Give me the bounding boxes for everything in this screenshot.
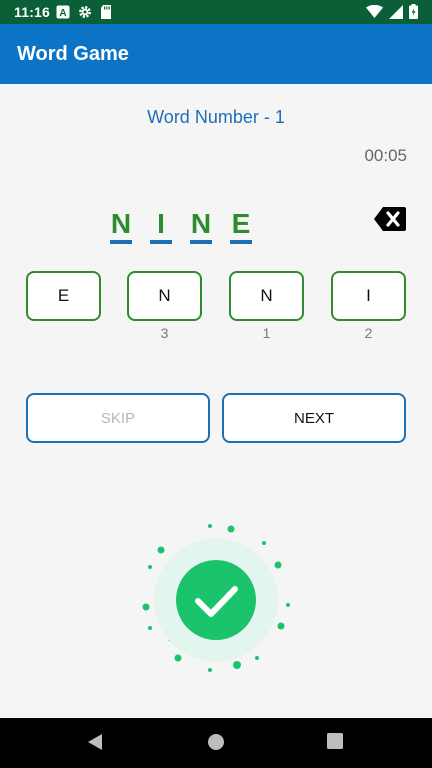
status-icons-right [366,4,418,24]
home-icon [208,734,224,750]
battery-icon [409,4,418,24]
letter-tile-group: N 1 [229,271,304,341]
app-title: Word Game [17,43,129,65]
letter-tile[interactable]: I [331,271,406,321]
screen: 11:16 A Word Game Word Number - 1 00:05 … [0,0,432,768]
status-icons-left: A [56,5,112,24]
wifi-icon [366,4,383,23]
svg-text:A: A [59,8,66,19]
tile-index: 3 [160,325,169,341]
signal-icon [389,4,403,24]
home-button[interactable] [207,733,225,756]
status-time: 11:16 [14,4,51,20]
text-format-icon: A [56,5,70,24]
app-bar: Word Game [0,24,432,84]
answer-letter: I [150,207,172,244]
status-bar: 11:16 A [0,0,432,24]
answer-word: N I N E [110,207,252,247]
success-indicator [140,520,292,672]
answer-letter: N [190,207,212,244]
word-number-label: Word Number - 1 [147,107,285,127]
navigation-bar [0,718,432,768]
letter-tile[interactable]: N [127,271,202,321]
letter-tile[interactable]: N [229,271,304,321]
success-check-icon [142,524,290,672]
answer-letter: N [110,207,132,244]
next-button[interactable]: NEXT [222,393,406,443]
backspace-icon [374,207,406,231]
settings-icon [78,5,92,24]
letter-tile-group: N 3 [127,271,202,341]
skip-button[interactable]: SKIP [26,393,210,443]
letter-tile-group: E [26,271,101,325]
sd-card-icon [100,5,112,24]
backspace-button[interactable] [373,206,407,232]
letter-tile-group: I 2 [331,271,406,341]
tile-index: 2 [364,325,373,341]
timer: 00:05 [364,146,407,165]
answer-letter: E [230,207,252,244]
recents-icon [327,733,343,749]
letter-tile[interactable]: E [26,271,101,321]
tile-index: 1 [262,325,271,341]
back-icon [88,734,102,750]
recents-button[interactable] [327,733,343,754]
back-button[interactable] [87,733,103,756]
